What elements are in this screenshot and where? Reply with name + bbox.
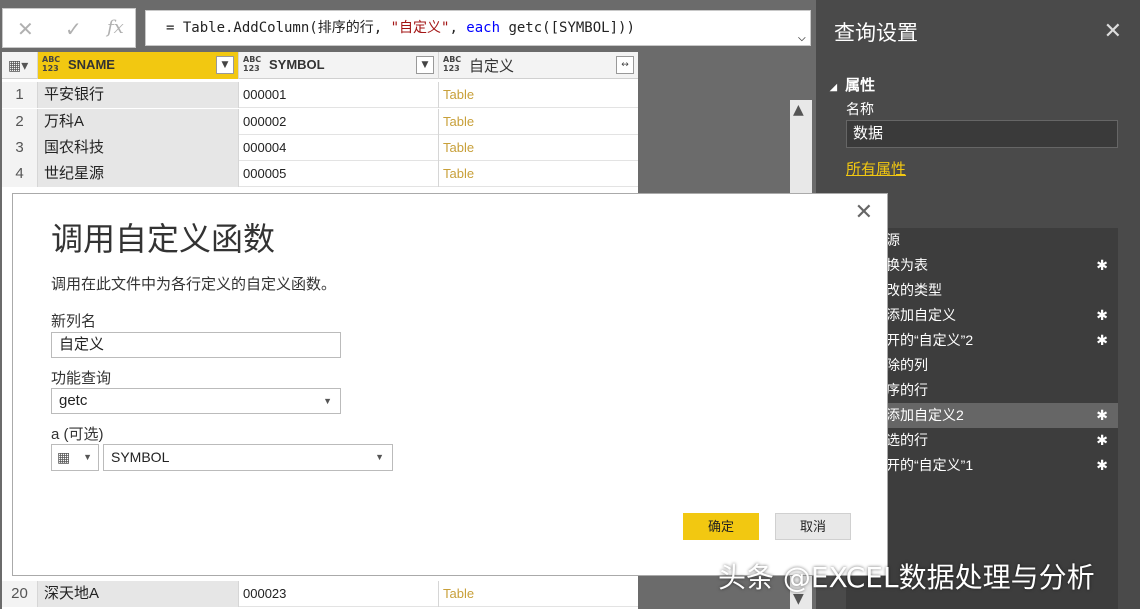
cell-sname[interactable]: 国农科技 — [38, 135, 239, 161]
row-number: 2 — [2, 109, 38, 135]
grid-header: ▦▾ ABC 123 SNAME ▼ ABC 123 SYMBOL ▼ ABC 123… — [2, 52, 638, 79]
cancel-button[interactable]: 取消 — [775, 513, 851, 540]
formula-bar-area: ✕ ✓ fx = Table.AddColumn(排序的行, "自定义", ea… — [0, 0, 816, 52]
cell-table-link[interactable]: Table — [439, 161, 638, 187]
dialog-description: 调用在此文件中为各行定义的自定义函数。 — [51, 276, 337, 293]
row-number: 20 — [2, 581, 38, 607]
column-name: 自定义 — [469, 58, 515, 75]
column-header-symbol[interactable]: ABC 123 SYMBOL ▼ — [239, 52, 439, 79]
table-icon: ▦ — [57, 449, 71, 465]
scroll-up-icon[interactable]: ▲ — [793, 102, 804, 118]
cell-sname[interactable]: 万科A — [38, 109, 239, 135]
table-icon: ▦▾ — [8, 58, 29, 74]
row-number: 3 — [2, 135, 38, 161]
table-row[interactable]: 2 万科A 000002 Table — [2, 109, 638, 135]
close-pane-icon[interactable]: ✕ — [1104, 18, 1122, 44]
cell-table-link[interactable]: Table — [439, 135, 638, 161]
formula-suffix: getc([SYMBOL])) — [500, 20, 635, 36]
row-number: 4 — [2, 161, 38, 187]
watermark-text: 头条 @EXCEL数据处理与分析 — [718, 561, 1095, 594]
query-name-input[interactable]: 数据 — [846, 120, 1118, 148]
gear-icon[interactable]: ✱ — [1096, 428, 1108, 453]
collapse-icon: ◢ — [830, 82, 837, 92]
gear-icon[interactable]: ✱ — [1096, 453, 1108, 478]
fx-icon[interactable]: fx — [107, 17, 124, 38]
close-dialog-icon[interactable]: ✕ — [855, 199, 873, 225]
formula-keyword: each — [466, 20, 501, 36]
properties-heading[interactable]: ◢ 属性 — [830, 74, 875, 95]
formula-buttons: ✕ ✓ fx — [2, 8, 136, 48]
cell-table-link[interactable]: Table — [439, 82, 638, 108]
chevron-down-icon: ▼ — [375, 452, 384, 462]
filter-dropdown-icon[interactable]: ▼ — [216, 56, 234, 74]
new-column-name-input[interactable]: 自定义 — [51, 332, 341, 358]
row-number: 1 — [2, 82, 38, 108]
cancel-formula-icon[interactable]: ✕ — [17, 17, 34, 41]
filter-dropdown-icon[interactable]: ▼ — [416, 56, 434, 74]
function-query-select[interactable]: getc ▼ — [51, 388, 341, 414]
type-any-icon: ABC 123 — [243, 55, 262, 73]
cell-sname[interactable]: 世纪星源 — [38, 161, 239, 187]
all-properties-link[interactable]: 所有属性 — [846, 158, 906, 179]
column-name: SNAME — [68, 57, 115, 72]
table-row[interactable]: 4 世纪星源 000005 Table — [2, 161, 638, 187]
cell-symbol[interactable]: 000004 — [239, 135, 439, 161]
new-column-label: 新列名 — [51, 313, 97, 330]
cell-symbol[interactable]: 000001 — [239, 82, 439, 108]
column-header-custom[interactable]: ABC 123 自定义 ↔ — [439, 52, 638, 79]
gear-icon[interactable]: ✱ — [1096, 328, 1108, 353]
function-query-label: 功能查询 — [51, 370, 112, 387]
name-label: 名称 — [846, 101, 874, 117]
gear-icon[interactable]: ✱ — [1096, 253, 1108, 278]
cell-table-link[interactable]: Table — [439, 109, 638, 135]
column-header-sname[interactable]: ABC 123 SNAME ▼ — [38, 52, 239, 79]
invoke-custom-function-dialog: ✕ 调用自定义函数 调用在此文件中为各行定义的自定义函数。 新列名 自定义 功能… — [12, 193, 888, 576]
commit-formula-icon[interactable]: ✓ — [65, 17, 82, 41]
cell-symbol[interactable]: 000005 — [239, 161, 439, 187]
type-any-icon: ABC 123 — [443, 55, 462, 73]
column-name: SYMBOL — [269, 57, 325, 72]
table-row[interactable]: 20 深天地A 000023 Table — [2, 581, 638, 607]
expand-column-icon[interactable]: ↔ — [616, 56, 634, 74]
cell-sname[interactable]: 深天地A — [38, 581, 239, 607]
table-row[interactable]: 3 国农科技 000004 Table — [2, 135, 638, 161]
parameter-label: a (可选) — [51, 426, 104, 443]
dialog-title: 调用自定义函数 — [51, 221, 276, 257]
type-any-icon: ABC 123 — [42, 55, 61, 73]
formula-string: "自定义" — [390, 20, 450, 36]
formula-expand-icon[interactable]: ⌵ — [798, 20, 806, 45]
chevron-down-icon: ▼ — [323, 396, 332, 406]
cell-symbol[interactable]: 000002 — [239, 109, 439, 135]
chevron-down-icon: ▼ — [83, 452, 92, 462]
formula-prefix: = Table.AddColumn(排序的行, — [166, 20, 391, 36]
formula-input[interactable]: = Table.AddColumn(排序的行, "自定义", each getc… — [145, 10, 811, 46]
formula-mid: , — [449, 20, 467, 36]
ok-button[interactable]: 确定 — [683, 513, 759, 540]
parameter-column-select[interactable]: SYMBOL ▼ — [103, 444, 393, 471]
cell-table-link[interactable]: Table — [439, 581, 638, 607]
cell-sname[interactable]: 平安银行 — [38, 82, 239, 108]
pane-title: 查询设置 — [834, 22, 918, 45]
cell-symbol[interactable]: 000023 — [239, 581, 439, 607]
column-type-selector[interactable]: ▦ ▼ — [51, 444, 99, 471]
table-row[interactable]: 1 平安银行 000001 Table — [2, 82, 638, 108]
table-menu-button[interactable]: ▦▾ — [2, 52, 38, 79]
gear-icon[interactable]: ✱ — [1096, 403, 1108, 428]
gear-icon[interactable]: ✱ — [1096, 303, 1108, 328]
